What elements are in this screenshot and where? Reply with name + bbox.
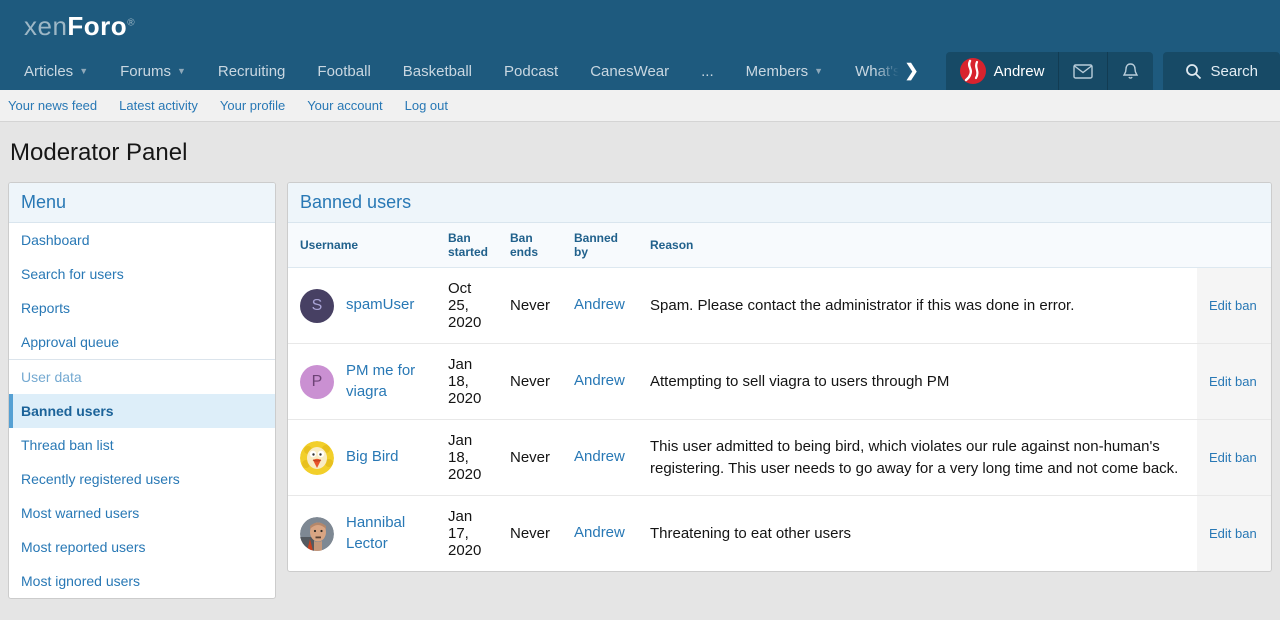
table-row: Big Bird Jan 18, 2020 Never Andrew This … <box>288 420 1271 496</box>
user-avatar[interactable]: S <box>300 289 334 323</box>
table-header-row: Username Ban started Ban ends Banned by … <box>288 223 1271 268</box>
chevron-down-icon: ▼ <box>177 66 186 76</box>
ban-started-cell: Oct 25, 2020 <box>436 268 498 344</box>
nav-item-whats-new[interactable]: What's <box>839 52 904 90</box>
username-link[interactable]: Big Bird <box>346 447 399 467</box>
edit-ban-link[interactable]: Edit ban <box>1209 298 1257 313</box>
main-nav: Articles▼ Forums▼ Recruiting Football Ba… <box>0 52 1280 90</box>
reason-cell: Spam. Please contact the administrator i… <box>638 268 1197 344</box>
banned-by-link[interactable]: Andrew <box>574 296 625 313</box>
ban-ends-cell: Never <box>498 496 562 572</box>
edit-ban-link[interactable]: Edit ban <box>1209 526 1257 541</box>
chevron-down-icon: ▼ <box>79 66 88 76</box>
menu-item-most-ignored[interactable]: Most ignored users <box>9 564 275 598</box>
menu-item-recently-registered[interactable]: Recently registered users <box>9 462 275 496</box>
subnav-news-feed[interactable]: Your news feed <box>8 98 97 113</box>
menu-header: Menu <box>9 183 275 223</box>
user-avatar[interactable]: P <box>300 365 334 399</box>
user-avatar[interactable] <box>300 517 334 551</box>
menu-item-thread-ban-list[interactable]: Thread ban list <box>9 428 275 462</box>
username-link[interactable]: spamUser <box>346 295 414 315</box>
table-row: Hannibal Lector Jan 17, 2020 Never Andre… <box>288 496 1271 572</box>
menu-item-approval-queue[interactable]: Approval queue <box>9 325 275 359</box>
nav-item-recruiting[interactable]: Recruiting <box>202 52 302 90</box>
user-name: Andrew <box>994 63 1045 80</box>
nav-item-basketball[interactable]: Basketball <box>387 52 488 90</box>
menu-item-search-for-users[interactable]: Search for users <box>9 257 275 291</box>
avatar <box>960 58 986 84</box>
page-title: Moderator Panel <box>10 139 1272 167</box>
subnav-latest-activity[interactable]: Latest activity <box>119 98 198 113</box>
reason-cell: Threatening to eat other users <box>638 496 1197 572</box>
banned-by-link[interactable]: Andrew <box>574 524 625 541</box>
nav-item-caneswear[interactable]: CanesWear <box>574 52 685 90</box>
ban-ends-cell: Never <box>498 268 562 344</box>
edit-ban-link[interactable]: Edit ban <box>1209 450 1257 465</box>
ban-started-cell: Jan 18, 2020 <box>436 420 498 496</box>
big-bird-avatar-image <box>300 441 334 475</box>
menu-item-most-reported[interactable]: Most reported users <box>9 530 275 564</box>
col-header-ban-ends: Ban ends <box>498 223 562 268</box>
site-header: xenForo® Articles▼ Forums▼ Recruiting Fo… <box>0 0 1280 90</box>
subnav-your-profile[interactable]: Your profile <box>220 98 285 113</box>
nav-scroll-right-chevron-icon[interactable]: ❯ <box>904 52 926 90</box>
banned-users-panel: Banned users Username Ban started Ban en… <box>287 182 1272 572</box>
menu-item-banned-users[interactable]: Banned users <box>9 394 275 428</box>
edit-ban-link[interactable]: Edit ban <box>1209 374 1257 389</box>
bell-icon <box>1122 62 1139 80</box>
user-subnav: Your news feed Latest activity Your prof… <box>0 90 1280 122</box>
nav-item-members[interactable]: Members▼ <box>730 52 839 90</box>
search-label: Search <box>1210 63 1258 80</box>
chevron-down-icon: ▼ <box>814 66 823 76</box>
banned-users-table: Username Ban started Ban ends Banned by … <box>288 223 1271 571</box>
banned-by-link[interactable]: Andrew <box>574 372 625 389</box>
nav-item-forums[interactable]: Forums▼ <box>104 52 202 90</box>
col-header-username: Username <box>288 223 436 268</box>
table-row: S spamUser Oct 25, 2020 Never Andrew Spa… <box>288 268 1271 344</box>
nav-item-overflow[interactable]: ... <box>685 52 730 90</box>
logo-xen: xen <box>24 11 67 41</box>
search-icon <box>1185 63 1202 80</box>
menu-item-dashboard[interactable]: Dashboard <box>9 223 275 257</box>
reason-cell: Attempting to sell viagra to users throu… <box>638 344 1197 420</box>
ban-started-cell: Jan 18, 2020 <box>436 344 498 420</box>
col-header-ban-started: Ban started <box>436 223 498 268</box>
ban-ends-cell: Never <box>498 344 562 420</box>
panel-title: Banned users <box>288 183 1271 223</box>
logo-foro: Foro <box>67 11 127 41</box>
logo-registered-mark: ® <box>127 17 135 28</box>
user-strip: Andrew <box>946 52 1154 90</box>
col-header-banned-by: Banned by <box>562 223 638 268</box>
subnav-log-out[interactable]: Log out <box>405 98 448 113</box>
reason-cell: This user admitted to being bird, which … <box>638 420 1197 496</box>
table-row: P PM me for viagra Jan 18, 2020 Never An… <box>288 344 1271 420</box>
username-link[interactable]: PM me for viagra <box>346 361 430 402</box>
col-header-reason: Reason <box>638 223 1197 268</box>
xenforo-logo[interactable]: xenForo® <box>24 11 135 42</box>
menu-item-most-warned[interactable]: Most warned users <box>9 496 275 530</box>
ban-started-cell: Jan 17, 2020 <box>436 496 498 572</box>
menu-item-reports[interactable]: Reports <box>9 291 275 325</box>
nav-item-articles[interactable]: Articles▼ <box>8 52 104 90</box>
username-link[interactable]: Hannibal Lector <box>346 513 430 554</box>
search-button[interactable]: Search <box>1163 52 1280 90</box>
nav-item-football[interactable]: Football <box>301 52 386 90</box>
banned-by-link[interactable]: Andrew <box>574 448 625 465</box>
inbox-button[interactable] <box>1058 52 1107 90</box>
account-menu-button[interactable]: Andrew <box>946 52 1059 90</box>
nav-item-podcast[interactable]: Podcast <box>488 52 574 90</box>
col-header-actions <box>1197 223 1271 268</box>
envelope-icon <box>1073 64 1093 79</box>
menu-section-user-data[interactable]: User data <box>9 359 275 394</box>
hannibal-avatar-image <box>300 517 334 551</box>
ban-ends-cell: Never <box>498 420 562 496</box>
subnav-your-account[interactable]: Your account <box>307 98 382 113</box>
moderator-menu: Menu Dashboard Search for users Reports … <box>8 182 276 599</box>
user-avatar[interactable] <box>300 441 334 475</box>
alerts-button[interactable] <box>1107 52 1153 90</box>
